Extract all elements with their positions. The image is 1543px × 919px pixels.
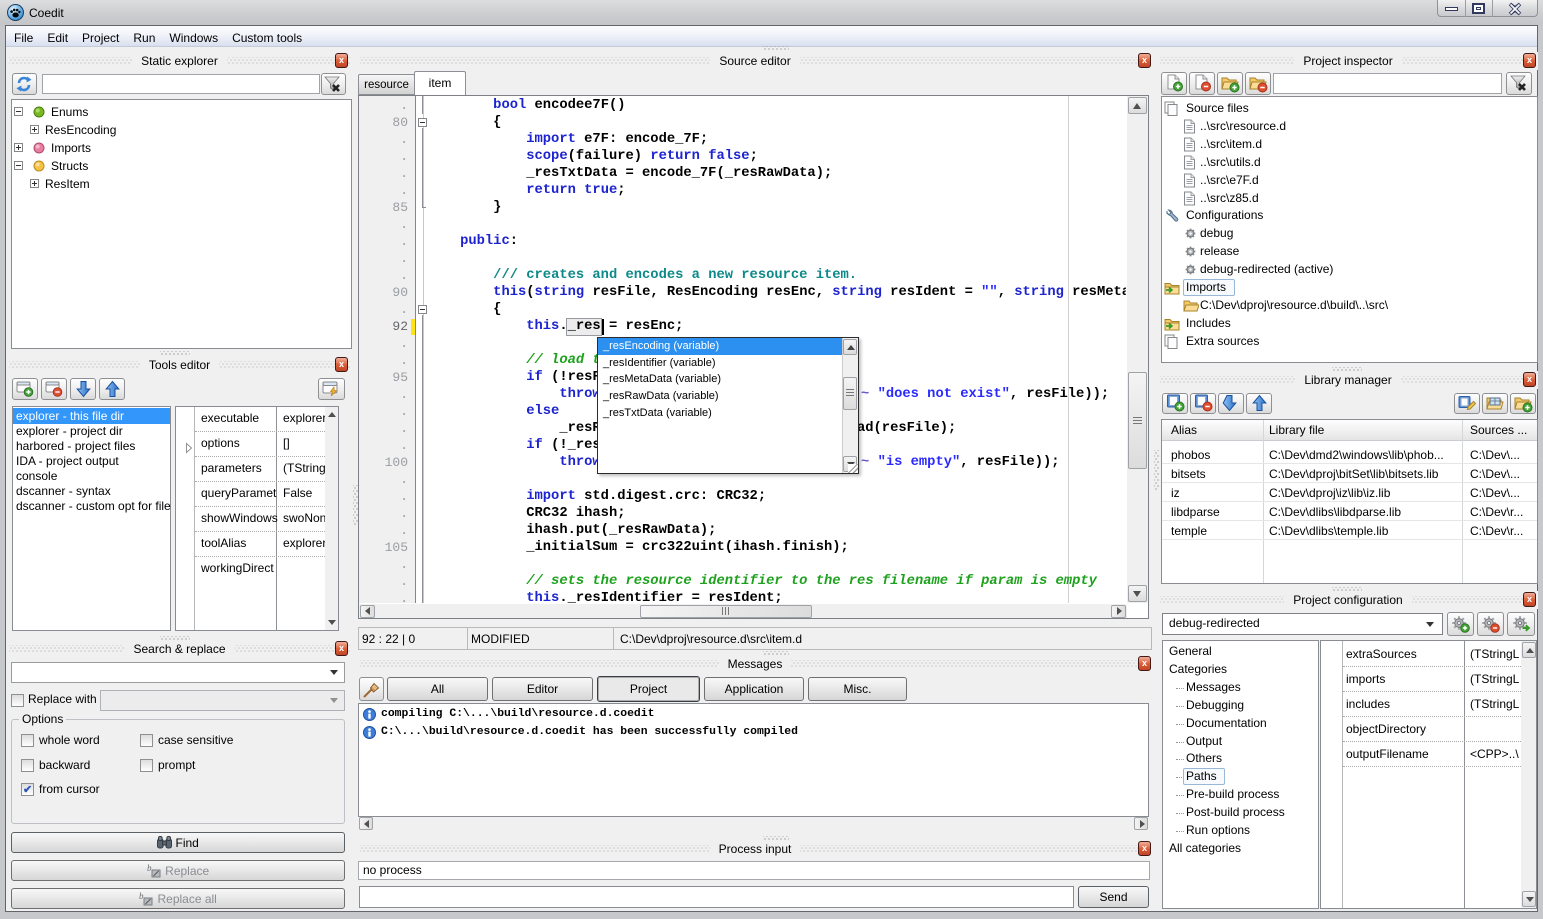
svg-text:b: b	[147, 864, 152, 873]
svg-text:b: b	[139, 892, 144, 901]
